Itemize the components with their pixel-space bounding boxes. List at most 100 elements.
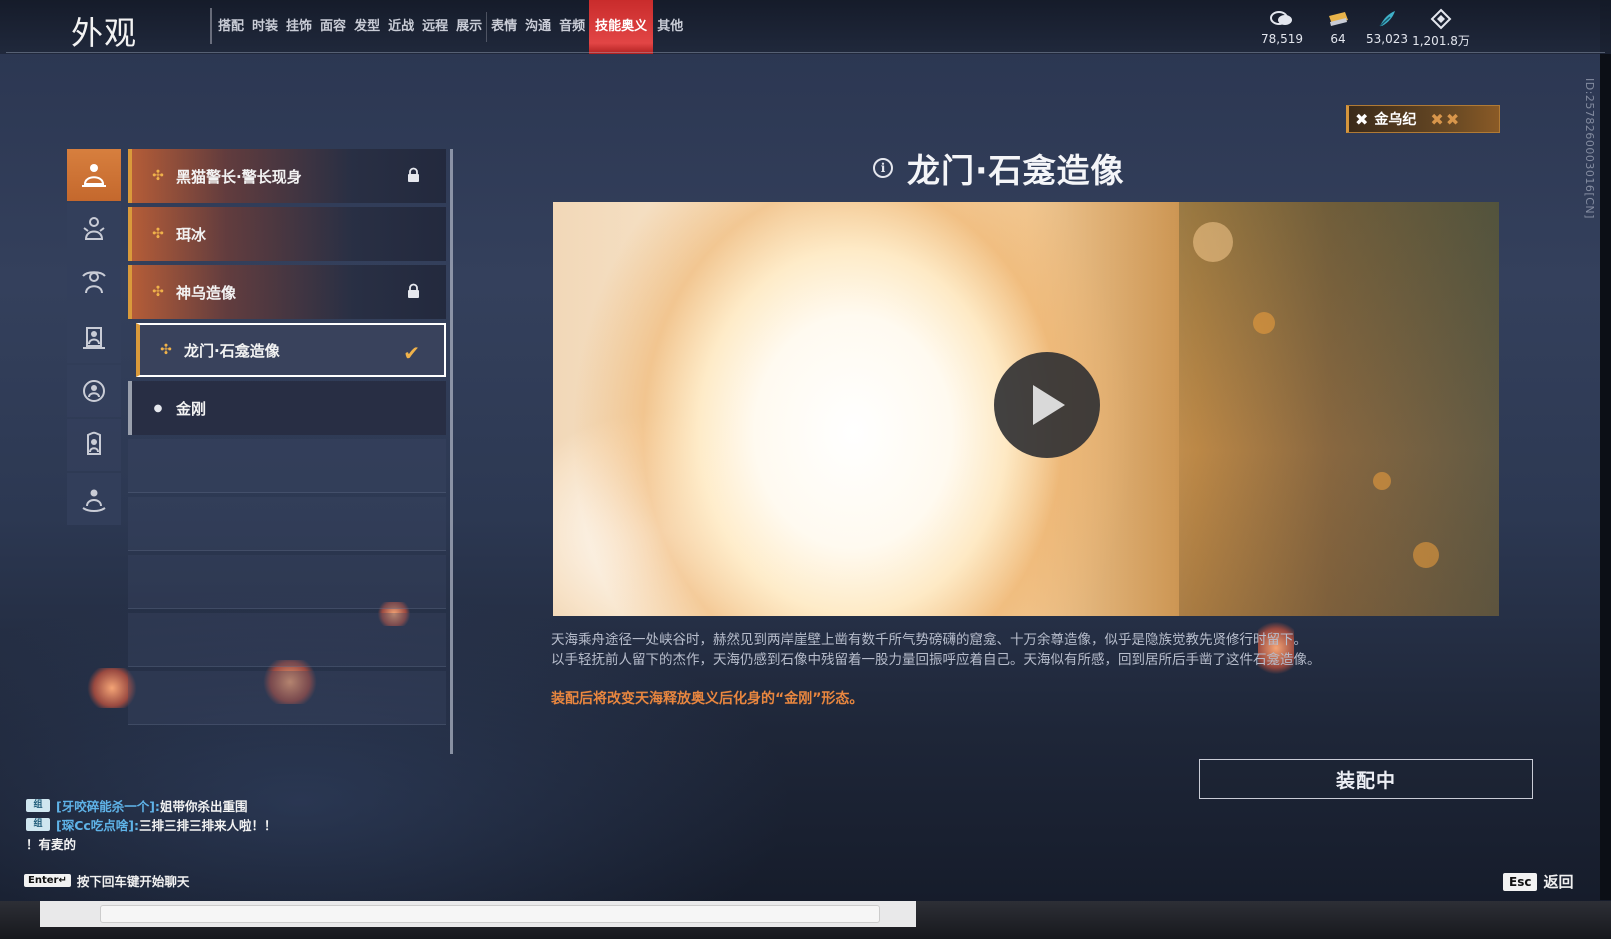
currency-tickets: 64 — [1318, 8, 1358, 46]
bokeh-light — [1413, 542, 1439, 568]
equip-effect-note: 装配后将改变天海释放奥义后化身的“金刚”形态。 — [551, 691, 864, 707]
enter-key: Enter↵ — [24, 874, 71, 887]
currency-value: 78,519 — [1261, 32, 1303, 46]
taskbar-strip — [0, 901, 1611, 939]
skill-star-icon: ✣ — [160, 342, 172, 358]
empty-slot — [128, 555, 446, 609]
list-item-longmen-statue[interactable]: ✣ 龙门·石龛造像 ✔ — [136, 323, 446, 377]
empty-slot — [128, 439, 446, 493]
tab-melee[interactable]: 近战 — [384, 0, 418, 54]
badge-decoration-icon: ✖✖ — [1430, 109, 1462, 129]
list-item-label: 龙门·石龛造像 — [184, 341, 280, 360]
equip-button[interactable]: 装配中 — [1199, 759, 1533, 799]
category-button-7[interactable] — [67, 473, 121, 525]
tab-ranged[interactable]: 远程 — [418, 0, 452, 54]
lock-icon — [408, 167, 419, 182]
currency-value: 53,023 — [1366, 32, 1408, 46]
tab-emote[interactable]: 表情 — [487, 0, 521, 54]
cross-emblem-icon: ✖ — [1355, 109, 1369, 129]
skill-star-icon: ✣ — [152, 226, 164, 242]
empty-slot — [128, 613, 446, 667]
skill-star-icon: ✣ — [152, 168, 164, 184]
tab-hairstyle[interactable]: 发型 — [350, 0, 384, 54]
list-item-vajra[interactable]: ● 金刚 — [128, 381, 446, 435]
header-divider — [6, 52, 1605, 53]
category-button-2[interactable] — [67, 203, 121, 255]
category-icon-column — [67, 149, 121, 527]
list-item-black-cat[interactable]: ✣ 黑猫警长·警长现身 — [128, 149, 446, 203]
currency-diamonds: 1,201.8万 — [1412, 8, 1470, 49]
category-button-6[interactable] — [67, 419, 121, 471]
list-item-erbing[interactable]: ✣ 珥冰 — [128, 207, 446, 261]
back-button[interactable]: Esc 返回 — [1503, 871, 1573, 892]
warrior-figure-icon — [82, 271, 106, 294]
info-icon[interactable]: i — [873, 158, 893, 178]
tab-fashion[interactable]: 时装 — [248, 0, 282, 54]
chat-text: 姐带你杀出重围 — [159, 799, 248, 814]
tab-skill-ultimate[interactable]: 技能奥义 — [589, 0, 654, 54]
channel-tag-icon: 组 — [26, 799, 50, 812]
feather-icon — [1379, 11, 1395, 27]
category-button-4[interactable] — [67, 311, 121, 363]
player-id-label: ID:2578260003016[CN] — [1583, 78, 1596, 219]
chat-input-hint[interactable]: Enter↵ 按下回车键开始聊天 — [24, 871, 189, 890]
tab-display[interactable]: 展示 — [452, 0, 486, 54]
esc-key: Esc — [1503, 872, 1538, 891]
chat-log: 组 [牙咬碎能杀一个]: 姐带你杀出重围 组 [琛Cc吃点啥]: 三排三排三排来… — [26, 796, 356, 853]
description-line-2: 以手轻抚前人留下的杰作，天海仍感到石像中残留着一股力量回振呼应着自己。天海似有所… — [551, 652, 1321, 668]
tab-face[interactable]: 面容 — [316, 0, 350, 54]
chat-hint-text: 按下回车键开始聊天 — [76, 874, 190, 889]
niche-statue-icon — [83, 380, 105, 402]
ticket-icon — [1329, 12, 1348, 26]
set-badge-label: 金乌纪 — [1374, 112, 1417, 128]
item-description: 天海乘舟途径一处峡谷时，赫然见到两岸崖壁上凿有数千所气势磅礴的窟龛、十万余尊造像… — [551, 630, 1431, 670]
tab-outfit[interactable]: 搭配 — [214, 0, 248, 54]
bokeh-light — [1193, 222, 1233, 262]
diamond-icon — [1430, 8, 1452, 30]
list-item-label: 金刚 — [176, 399, 207, 418]
currency-value: 1,201.8万 — [1412, 34, 1470, 48]
chat-message: 组 [牙咬碎能杀一个]: 姐带你杀出重围 — [26, 796, 356, 815]
tab-accessory[interactable]: 挂饰 — [282, 0, 316, 54]
chat-text: ！有麦的 — [26, 837, 77, 852]
play-icon — [1033, 385, 1065, 425]
page-title: 外观 — [71, 14, 138, 52]
category-button-3[interactable] — [67, 257, 121, 309]
coin-stack-icon — [1270, 11, 1292, 25]
bokeh-light — [1253, 312, 1275, 334]
list-item-divine-crow[interactable]: ✣ 神乌造像 — [128, 265, 446, 319]
play-button[interactable] — [994, 352, 1100, 458]
lock-icon — [408, 283, 419, 298]
checkmark-icon: ✔ — [403, 341, 420, 365]
list-item-label: 珥冰 — [176, 225, 207, 244]
category-button-1[interactable] — [67, 149, 121, 201]
list-item-label: 神乌造像 — [176, 283, 237, 302]
video-forest — [1179, 202, 1499, 616]
drop-icon: ● — [153, 402, 163, 414]
category-tabs: 搭配 时装 挂饰 面容 发型 近战 远程 展示 表情 沟通 音频 技能奥义 其他 — [214, 0, 687, 54]
empty-slot — [128, 671, 446, 725]
detail-header: i 龙门·石龛造像 — [873, 146, 1125, 190]
window-edge — [1600, 0, 1611, 900]
set-badge: ✖ 金乌纪 ✖✖ — [1346, 105, 1500, 133]
lotus-statue-icon — [82, 489, 106, 512]
description-line-1: 天海乘舟途径一处峡谷时，赫然见到两岸崖壁上凿有数千所气势磅礴的窟龛、十万余尊造像… — [551, 632, 1307, 648]
skin-list: ✣ 黑猫警长·警长现身 ✣ 珥冰 ✣ 神乌造像 ✣ 龙门·石龛造像 ✔ ● 金刚 — [128, 149, 446, 729]
tab-communicate[interactable]: 沟通 — [521, 0, 555, 54]
bokeh-light — [1373, 472, 1391, 490]
seated-statue-icon — [87, 431, 101, 455]
chat-sender[interactable]: [牙咬碎能杀一个]: — [56, 796, 160, 815]
tab-other[interactable]: 其他 — [653, 0, 687, 54]
guardian-figure-icon — [83, 217, 105, 240]
list-scrollbar[interactable] — [450, 149, 453, 754]
category-button-5[interactable] — [67, 365, 121, 417]
buddha-figure-icon — [82, 164, 106, 187]
chat-message: 组 [琛Cc吃点啥]: 三排三排三排来人啦！！ — [26, 815, 356, 834]
back-label: 返回 — [1543, 873, 1574, 891]
chat-text: 三排三排三排来人啦！！ — [139, 818, 277, 833]
detail-title: 龙门·石龛造像 — [907, 151, 1125, 190]
chat-sender[interactable]: [琛Cc吃点啥]: — [56, 815, 139, 834]
preview-video[interactable] — [553, 202, 1499, 616]
empty-slot — [128, 497, 446, 551]
tab-audio[interactable]: 音频 — [555, 0, 589, 54]
